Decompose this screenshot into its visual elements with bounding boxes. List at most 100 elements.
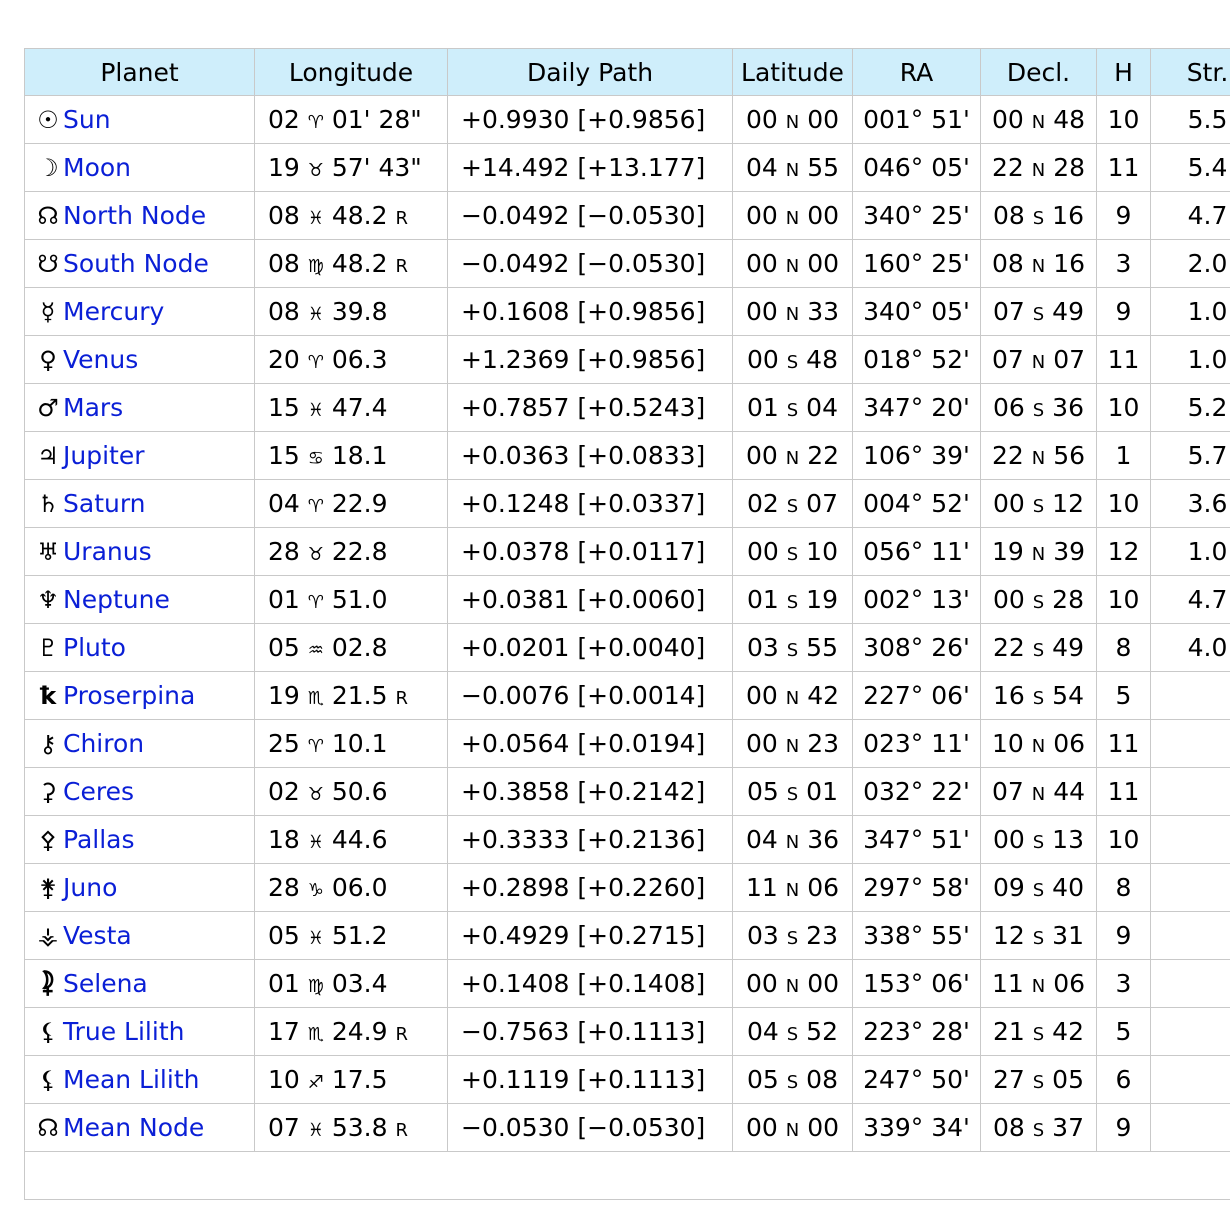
longitude-minutes: 01' 28" bbox=[331, 105, 422, 134]
latitude-degrees: 04 bbox=[746, 153, 778, 182]
venus-icon: ♀ bbox=[39, 346, 57, 374]
planet-link[interactable]: Vesta bbox=[63, 921, 132, 950]
declination-minutes: 28 bbox=[1052, 585, 1084, 614]
zodiac-sign-icon: ♍ bbox=[307, 976, 324, 997]
planet-cell: ♀ Venus bbox=[24, 335, 255, 384]
latitude-degrees: 01 bbox=[747, 585, 779, 614]
planet-link[interactable]: Pluto bbox=[63, 633, 126, 662]
strength-cell: 5.5 bbox=[1150, 95, 1230, 144]
latitude-direction: S bbox=[786, 1024, 799, 1045]
latitude-minutes: 19 bbox=[806, 585, 838, 614]
planet-link[interactable]: Chiron bbox=[63, 729, 144, 758]
north-node-icon: ☊ bbox=[37, 202, 59, 230]
zodiac-sign-icon: ♉ bbox=[307, 544, 324, 565]
planet-cell: ☽ Moon bbox=[24, 143, 255, 192]
longitude-cell: 08 ♍ 48.2 R bbox=[254, 239, 448, 288]
table-footer-row bbox=[24, 1151, 1230, 1200]
longitude-degrees: 08 bbox=[268, 249, 300, 278]
planet-link[interactable]: Mercury bbox=[63, 297, 164, 326]
declination-degrees: 22 bbox=[993, 633, 1025, 662]
longitude-minutes: 22.8 bbox=[331, 537, 388, 566]
latitude-direction: N bbox=[785, 736, 800, 757]
planet-link[interactable]: Mars bbox=[63, 393, 123, 422]
planet-link[interactable]: Selena bbox=[63, 969, 148, 998]
declination-minutes: 42 bbox=[1052, 1017, 1084, 1046]
daily-path-cell: −0.0076 [+0.0014] bbox=[447, 671, 733, 720]
declination-cell: 08 S 16 bbox=[980, 191, 1097, 240]
planet-cell: ☋ South Node bbox=[24, 239, 255, 288]
planet-link[interactable]: Pallas bbox=[63, 825, 135, 854]
planet-link[interactable]: True Lilith bbox=[63, 1017, 184, 1046]
planet-link[interactable]: Mean Lilith bbox=[63, 1065, 199, 1094]
planet-link[interactable]: Uranus bbox=[63, 537, 152, 566]
planet-link[interactable]: Saturn bbox=[63, 489, 146, 518]
zodiac-sign-icon: ♏ bbox=[307, 688, 324, 709]
latitude-degrees: 00 bbox=[746, 201, 778, 230]
declination-minutes: 48 bbox=[1053, 105, 1085, 134]
longitude-cell: 20 ♈ 06.3 bbox=[254, 335, 448, 384]
longitude-degrees: 02 bbox=[268, 777, 300, 806]
planet-link[interactable]: Ceres bbox=[63, 777, 134, 806]
col-header-strength: Str. bbox=[1150, 48, 1230, 96]
latitude-cell: 03 S 23 bbox=[732, 911, 853, 960]
declination-cell: 11 N 06 bbox=[980, 959, 1097, 1008]
house-cell: 11 bbox=[1096, 143, 1151, 192]
latitude-direction: N bbox=[785, 880, 800, 901]
latitude-minutes: 22 bbox=[807, 441, 839, 470]
planet-link[interactable]: Juno bbox=[63, 873, 117, 902]
table-row: ☊ North Node 08 ♓ 48.2 R −0.0492 [−0.0530] 0… bbox=[24, 191, 1230, 240]
house-cell: 3 bbox=[1096, 959, 1151, 1008]
house-cell: 3 bbox=[1096, 239, 1151, 288]
ra-cell: 308° 26' bbox=[852, 623, 981, 672]
uranus-icon: ♅ bbox=[37, 538, 59, 566]
declination-cell: 08 S 37 bbox=[980, 1103, 1097, 1152]
declination-direction: N bbox=[1031, 256, 1046, 277]
planet-cell: ☉ Sun bbox=[24, 95, 255, 144]
latitude-direction: N bbox=[785, 160, 800, 181]
daily-path-cell: +14.492 [+13.177] bbox=[447, 143, 733, 192]
daily-path-cell: +0.4929 [+0.2715] bbox=[447, 911, 733, 960]
planet-link[interactable]: Venus bbox=[63, 345, 138, 374]
planet-link[interactable]: North Node bbox=[63, 201, 206, 230]
planet-link[interactable]: Mean Node bbox=[63, 1113, 204, 1142]
table-row: ⚵ Juno 28 ♑ 06.0 +0.2898 [+0.2260] 11 N 06 2… bbox=[24, 863, 1230, 912]
latitude-direction: N bbox=[785, 976, 800, 997]
latitude-direction: S bbox=[786, 496, 799, 517]
declination-minutes: 36 bbox=[1052, 393, 1084, 422]
latitude-cell: 00 N 23 bbox=[732, 719, 853, 768]
latitude-minutes: 00 bbox=[807, 249, 839, 278]
declination-direction: N bbox=[1031, 976, 1046, 997]
declination-degrees: 16 bbox=[993, 681, 1025, 710]
daily-path-cell: +0.0363 [+0.0833] bbox=[447, 431, 733, 480]
planet-link[interactable]: Moon bbox=[63, 153, 131, 182]
table-row: ꝁ Proserpina 19 ♏ 21.5 R −0.0076 [+0.0014] 0… bbox=[24, 671, 1230, 720]
planet-link[interactable]: Sun bbox=[63, 105, 111, 134]
jupiter-icon: ♃ bbox=[37, 442, 59, 470]
declination-degrees: 27 bbox=[993, 1065, 1025, 1094]
ra-cell: 018° 52' bbox=[852, 335, 981, 384]
planet-link[interactable]: South Node bbox=[63, 249, 209, 278]
ra-cell: 227° 06' bbox=[852, 671, 981, 720]
latitude-minutes: 08 bbox=[806, 1065, 838, 1094]
planet-link[interactable]: Proserpina bbox=[63, 681, 195, 710]
longitude-cell: 17 ♏ 24.9 R bbox=[254, 1007, 448, 1056]
proserpina-icon: ꝁ bbox=[39, 682, 57, 710]
col-header-longitude: Longitude bbox=[254, 48, 448, 96]
declination-cell: 10 N 06 bbox=[980, 719, 1097, 768]
planet-link[interactable]: Jupiter bbox=[63, 441, 145, 470]
latitude-direction: S bbox=[786, 928, 799, 949]
planet-cell: ⯝ Selena bbox=[24, 959, 255, 1008]
planet-link[interactable]: Neptune bbox=[63, 585, 170, 614]
house-cell: 8 bbox=[1096, 623, 1151, 672]
longitude-cell: 01 ♍ 03.4 bbox=[254, 959, 448, 1008]
house-cell: 8 bbox=[1096, 863, 1151, 912]
longitude-cell: 05 ♒ 02.8 bbox=[254, 623, 448, 672]
declination-degrees: 09 bbox=[993, 873, 1025, 902]
planet-cell: ⚵ Juno bbox=[24, 863, 255, 912]
longitude-degrees: 01 bbox=[268, 969, 300, 998]
daily-path-cell: +0.0564 [+0.0194] bbox=[447, 719, 733, 768]
longitude-cell: 25 ♈ 10.1 bbox=[254, 719, 448, 768]
longitude-degrees: 28 bbox=[268, 537, 300, 566]
zodiac-sign-icon: ♏ bbox=[307, 1024, 324, 1045]
daily-path-cell: +0.7857 [+0.5243] bbox=[447, 383, 733, 432]
